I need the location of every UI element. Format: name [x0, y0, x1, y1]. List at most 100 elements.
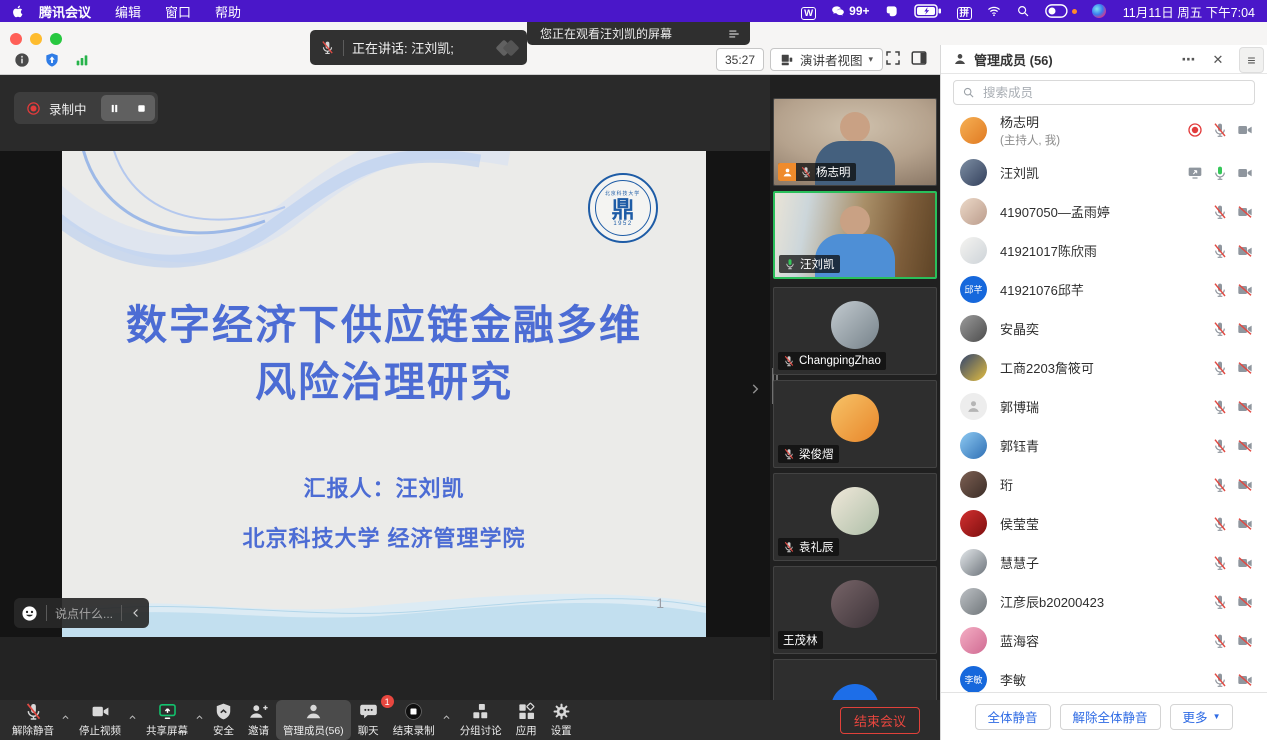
member-camera-icon[interactable]	[1237, 438, 1253, 454]
member-row[interactable]: 安晶奕	[941, 309, 1267, 348]
member-row[interactable]: 杨志明 (主持人, 我)	[941, 107, 1267, 153]
end-meeting-button[interactable]: 结束会议	[840, 707, 920, 734]
member-row[interactable]: 工商2203詹筱可	[941, 348, 1267, 387]
member-camera-icon[interactable]	[1237, 243, 1253, 259]
chevron-up-icon[interactable]	[195, 713, 204, 722]
member-row[interactable]: 邱芊 41921076邱芊	[941, 270, 1267, 309]
member-camera-icon[interactable]	[1237, 399, 1253, 415]
menubar-menu-item[interactable]: 腾讯会议	[39, 2, 91, 21]
member-mic-icon[interactable]	[1212, 360, 1228, 376]
more-actions-button[interactable]: 更多 ▼	[1170, 704, 1234, 730]
mute-all-button[interactable]: 全体静音	[975, 704, 1051, 730]
menubar-status-icon[interactable]: 99+	[831, 4, 869, 19]
video-tile[interactable]: 杨志明	[773, 98, 937, 186]
toolbar-button[interactable]: 解除静音	[5, 700, 61, 740]
member-mic-icon[interactable]	[1212, 243, 1228, 259]
menubar-status-icon[interactable]: W	[801, 4, 816, 19]
list-lines-icon[interactable]	[727, 27, 741, 41]
member-search-input[interactable]	[981, 85, 1246, 101]
toolbar-button[interactable]: 停止视频	[72, 700, 128, 740]
collapse-video-strip-chevron[interactable]	[748, 378, 762, 400]
smiley-icon[interactable]	[21, 605, 38, 622]
chevron-up-icon[interactable]	[61, 713, 70, 722]
member-camera-icon[interactable]	[1237, 555, 1253, 571]
panel-close-button[interactable]: ✕	[1211, 52, 1225, 66]
panel-more-button[interactable]: ⋯	[1180, 52, 1198, 66]
menubar-menu-item[interactable]: 编辑	[115, 2, 141, 21]
menubar-menu-item[interactable]: 帮助	[215, 2, 241, 21]
chevron-up-icon[interactable]	[128, 713, 137, 722]
member-row[interactable]: 郭钰青	[941, 426, 1267, 465]
video-tile[interactable]: 王茂林	[773, 566, 937, 654]
pause-recording-button[interactable]	[101, 95, 128, 121]
member-mic-icon[interactable]	[1212, 672, 1228, 688]
member-camera-icon[interactable]	[1237, 204, 1253, 220]
chat-input-placeholder[interactable]: 说点什么...	[55, 605, 113, 622]
member-row[interactable]: 江彦辰b20200423	[941, 582, 1267, 621]
member-row[interactable]: 李敏 李敏	[941, 660, 1267, 693]
member-mic-icon[interactable]	[1212, 204, 1228, 220]
toolbar-button[interactable]: 1 聊天	[351, 700, 386, 740]
stop-recording-button[interactable]	[128, 95, 155, 121]
member-mic-icon[interactable]	[1212, 633, 1228, 649]
close-window-button[interactable]	[10, 33, 22, 45]
toolbar-button[interactable]: 结束录制	[386, 700, 442, 740]
menubar-menu-item[interactable]: 窗口	[165, 2, 191, 21]
member-mic-icon[interactable]	[1212, 594, 1228, 610]
view-mode-button[interactable]: 演讲者视图 ▾	[770, 48, 883, 71]
member-camera-icon[interactable]	[1237, 477, 1253, 493]
toolbar-button[interactable]: 共享屏幕	[139, 700, 195, 740]
chevron-left-icon[interactable]	[130, 607, 142, 619]
toolbar-button[interactable]: 安全	[206, 700, 241, 740]
meeting-status-icon[interactable]	[14, 52, 30, 68]
member-mic-icon[interactable]	[1212, 555, 1228, 571]
member-mic-icon[interactable]	[1212, 438, 1228, 454]
sidepanel-toggle-button[interactable]	[910, 49, 928, 67]
member-search-box[interactable]	[953, 80, 1255, 105]
video-tile[interactable]: 汪刘凯	[773, 191, 937, 279]
member-camera-icon[interactable]	[1237, 122, 1253, 138]
video-tile[interactable]: 袁礼辰	[773, 473, 937, 561]
member-row[interactable]: 珩	[941, 465, 1267, 504]
toolbar-button[interactable]: 分组讨论	[453, 700, 509, 740]
meeting-status-icon[interactable]	[74, 52, 90, 68]
menubar-status-icon[interactable]	[1016, 4, 1030, 19]
apple-logo-icon[interactable]	[12, 4, 25, 19]
member-camera-icon[interactable]	[1237, 360, 1253, 376]
toolbar-button[interactable]: 设置	[544, 700, 579, 740]
menubar-status-icon[interactable]	[987, 4, 1001, 19]
member-camera-icon[interactable]	[1237, 282, 1253, 298]
toolbar-button[interactable]: 应用	[509, 700, 544, 740]
zoom-window-button[interactable]	[50, 33, 62, 45]
menubar-status-icon[interactable]	[914, 4, 942, 19]
quick-chat-overlay[interactable]: 说点什么...	[14, 598, 149, 628]
fullscreen-button[interactable]	[884, 49, 902, 67]
menubar-clock[interactable]: 11月11日 周五 下午7:04	[1123, 2, 1255, 21]
member-mic-icon[interactable]	[1212, 122, 1228, 138]
toolbar-button[interactable]: 管理成员(56)	[276, 700, 351, 740]
member-camera-icon[interactable]	[1237, 516, 1253, 532]
member-mic-icon[interactable]	[1212, 165, 1228, 181]
video-tile[interactable]: ChangpingZhao	[773, 287, 937, 375]
member-camera-icon[interactable]	[1237, 672, 1253, 688]
chevron-up-icon[interactable]	[442, 713, 451, 722]
member-row[interactable]: 侯莹莹	[941, 504, 1267, 543]
menubar-status-icon[interactable]	[885, 4, 899, 19]
member-mic-icon[interactable]	[1212, 516, 1228, 532]
video-tile[interactable]	[773, 659, 937, 700]
member-row[interactable]: 慧慧子	[941, 543, 1267, 582]
member-camera-icon[interactable]	[1237, 633, 1253, 649]
member-mic-icon[interactable]	[1212, 282, 1228, 298]
menubar-status-icon[interactable]	[1045, 4, 1077, 19]
menubar-status-icon[interactable]: 拼	[957, 4, 973, 19]
minimize-window-button[interactable]	[30, 33, 42, 45]
member-camera-icon[interactable]	[1237, 165, 1253, 181]
member-row[interactable]: 郭博瑞	[941, 387, 1267, 426]
meeting-status-icon[interactable]	[44, 52, 60, 68]
toolbar-button[interactable]: 邀请	[241, 700, 276, 740]
unmute-all-button[interactable]: 解除全体静音	[1060, 704, 1161, 730]
member-row[interactable]: 汪刘凯	[941, 153, 1267, 192]
member-mic-icon[interactable]	[1212, 477, 1228, 493]
panel-menu-tab[interactable]: ≡	[1239, 47, 1264, 73]
member-camera-icon[interactable]	[1237, 594, 1253, 610]
